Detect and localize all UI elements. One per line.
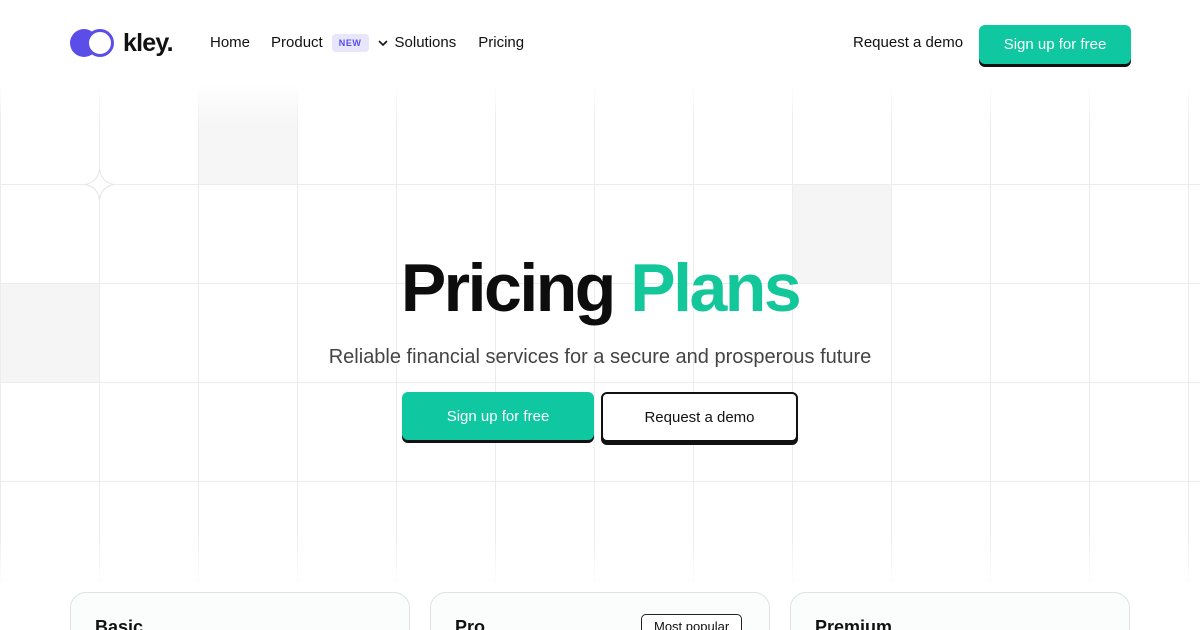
plan-card-premium: Premium [790,592,1130,630]
request-demo-link[interactable]: Request a demo [853,34,963,52]
hero-subtitle: Reliable financial services for a secure… [328,346,872,368]
hero-grid-background [0,85,1200,585]
brand-logo[interactable]: kley. [70,29,174,57]
plan-name: Premium [815,617,893,630]
nav-home[interactable]: Home [210,34,250,52]
most-popular-badge: Most popular [641,614,743,630]
nav-solutions[interactable]: Solutions [395,34,457,52]
hero-request-demo-button[interactable]: Request a demo [601,392,798,442]
page-title: Pricing Plans [0,248,1200,328]
plan-card-basic: Basic [70,592,410,630]
brand-name: kley. [123,29,174,57]
nav-product[interactable]: Product [271,34,323,52]
plan-name: Basic [95,617,144,630]
page-title-part1: Pricing [400,250,617,326]
kley-logo-icon [70,29,116,57]
chevron-down-icon[interactable] [377,37,389,49]
page-title-part2: Plans [630,250,801,326]
grid-pattern [0,85,1200,585]
hero-signup-button[interactable]: Sign up for free [402,392,594,440]
nav-pricing[interactable]: Pricing [478,34,524,52]
main-nav: Home Product NEW Solutions Pricing [210,34,524,52]
site-header: kley. Home Product NEW Solutions Pricing… [0,0,1200,85]
signup-button[interactable]: Sign up for free [979,25,1131,64]
plan-card-pro: Pro Most popular [430,592,770,630]
plan-name: Pro [455,617,486,630]
new-badge: NEW [331,34,369,52]
